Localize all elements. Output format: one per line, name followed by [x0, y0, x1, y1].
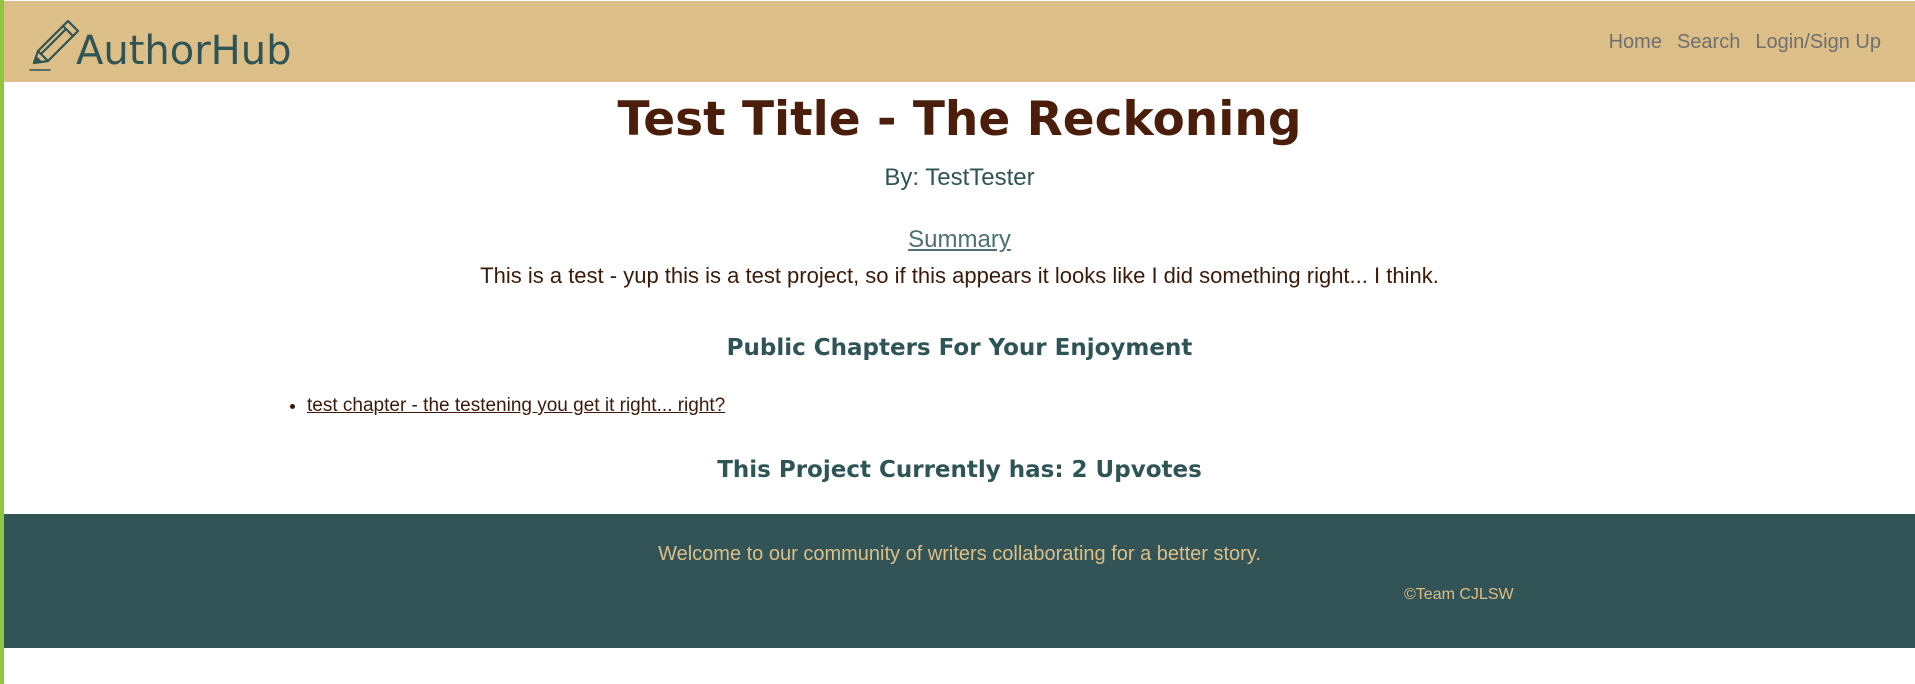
- nav-link-login-signup[interactable]: Login/Sign Up: [1755, 31, 1881, 54]
- chapters-heading: Public Chapters For Your Enjoyment: [726, 335, 1193, 361]
- footer: Welcome to our community of writers coll…: [4, 514, 1915, 648]
- summary-text: This is a test - yup this is a test proj…: [480, 263, 1439, 288]
- brand-logo-link[interactable]: AuthorHub: [26, 17, 292, 77]
- navbar: AuthorHub Home Search Login/Sign Up: [4, 1, 1915, 82]
- summary-heading: Summary: [908, 226, 1011, 253]
- chapter-list: test chapter - the testening you get it …: [279, 394, 725, 419]
- nav-menu: Home Search Login/Sign Up: [1609, 31, 1881, 54]
- list-item: test chapter - the testening you get it …: [307, 394, 725, 419]
- chapter-link[interactable]: test chapter - the testening you get it …: [307, 395, 725, 416]
- footer-copyright: ©Team CJLSW: [1404, 586, 1514, 603]
- footer-tagline: Welcome to our community of writers coll…: [658, 543, 1261, 565]
- brand-name: AuthorHub: [76, 28, 292, 74]
- project-content: Test Title - The Reckoning By: TestTeste…: [4, 82, 1915, 514]
- project-title: Test Title - The Reckoning: [617, 92, 1302, 147]
- nav-link-home[interactable]: Home: [1609, 31, 1662, 54]
- nav-link-search[interactable]: Search: [1677, 31, 1740, 54]
- upvote-count: This Project Currently has: 2 Upvotes: [717, 457, 1202, 483]
- project-author: By: TestTester: [884, 164, 1035, 191]
